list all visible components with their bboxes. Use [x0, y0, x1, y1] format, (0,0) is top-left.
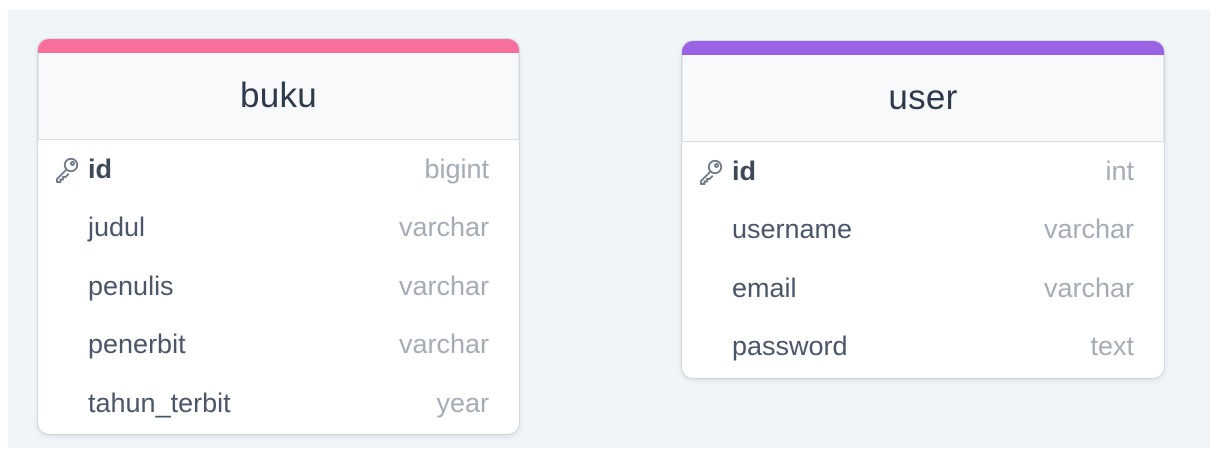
- column-name: id: [732, 155, 756, 186]
- column-type: bigint: [424, 153, 489, 184]
- column-type: int: [1105, 155, 1134, 186]
- column-name: penulis: [88, 270, 174, 301]
- table-buku-columns: id bigint judul varchar penulis varchar …: [38, 140, 519, 433]
- key-icon: [52, 154, 82, 184]
- table-buku[interactable]: buku id bigint judul varchar penulis var…: [38, 39, 519, 434]
- column-type: year: [436, 387, 489, 418]
- column-type: text: [1090, 331, 1134, 362]
- column-type: varchar: [1043, 214, 1134, 245]
- table-user-title: user: [888, 78, 958, 117]
- column-name: tahun_terbit: [88, 387, 231, 418]
- column-type: varchar: [1043, 272, 1134, 303]
- column-type: varchar: [398, 212, 489, 243]
- column-name: username: [732, 214, 853, 245]
- column-row-buku-tahun-terbit[interactable]: tahun_terbit year: [38, 374, 519, 433]
- column-name: penerbit: [88, 329, 186, 360]
- table-user[interactable]: user id int username varchar email varch…: [682, 41, 1164, 378]
- column-row-user-id[interactable]: id int: [682, 142, 1164, 201]
- column-row-buku-penulis[interactable]: penulis varchar: [38, 257, 519, 316]
- column-name: judul: [88, 212, 146, 243]
- column-name: id: [88, 153, 112, 184]
- column-row-user-email[interactable]: email varchar: [682, 259, 1164, 318]
- diagram-canvas[interactable]: buku id bigint judul varchar penulis var…: [8, 10, 1210, 448]
- column-row-buku-judul[interactable]: judul varchar: [38, 199, 519, 258]
- column-type: varchar: [398, 329, 489, 360]
- key-icon: [696, 156, 726, 186]
- column-row-buku-id[interactable]: id bigint: [38, 140, 519, 199]
- column-row-buku-penerbit[interactable]: penerbit varchar: [38, 316, 519, 375]
- table-user-columns: id int username varchar email varchar pa…: [682, 142, 1164, 376]
- column-name: password: [732, 331, 848, 362]
- table-buku-title: buku: [239, 76, 318, 115]
- table-buku-accent-bar: [38, 39, 519, 53]
- table-user-accent-bar: [682, 41, 1164, 55]
- column-name: email: [732, 272, 797, 303]
- column-row-user-password[interactable]: password text: [682, 318, 1164, 377]
- column-row-user-username[interactable]: username varchar: [682, 201, 1164, 260]
- column-type: varchar: [398, 270, 489, 301]
- table-buku-header[interactable]: buku: [38, 53, 519, 140]
- table-user-header[interactable]: user: [682, 55, 1164, 142]
